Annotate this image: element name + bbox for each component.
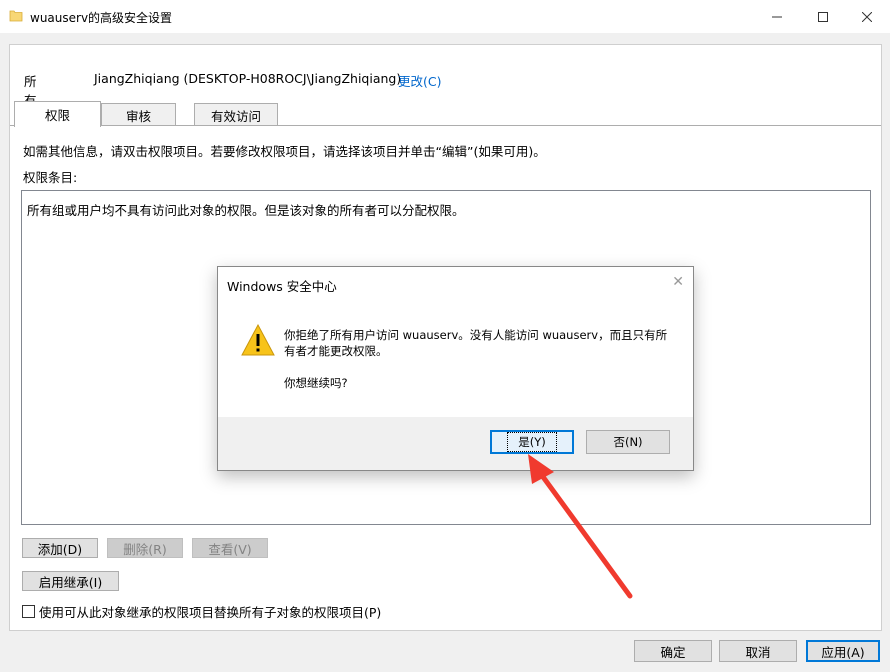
dialog-question: 你想继续吗?	[284, 376, 348, 390]
replace-child-permissions-checkbox[interactable]	[22, 605, 35, 618]
minimize-button[interactable]	[754, 0, 800, 33]
replace-child-permissions-label: 使用可从此对象继承的权限项目替换所有子对象的权限项目(P)	[39, 605, 382, 620]
replace-child-permissions-row[interactable]: 使用可从此对象继承的权限项目替换所有子对象的权限项目(P)	[22, 602, 381, 621]
permission-entries-label: 权限条目:	[23, 170, 78, 185]
add-button[interactable]: 添加(D)	[22, 538, 98, 558]
dialog-message: 你拒绝了所有用户访问 wuauserv。没有人能访问 wuauserv，而且只有…	[284, 328, 668, 358]
warning-icon	[241, 324, 275, 356]
close-button[interactable]	[844, 0, 890, 33]
close-icon	[862, 11, 872, 22]
dialog-title: Windows 安全中心	[227, 279, 337, 294]
maximize-icon	[818, 11, 828, 22]
owner-value: JiangZhiqiang (DESKTOP-H08ROCJ\JiangZhiq…	[94, 71, 402, 86]
window-title: wuauserv的高级安全设置	[30, 11, 173, 25]
ok-button[interactable]: 确定	[634, 640, 712, 662]
cancel-button[interactable]: 取消	[719, 640, 797, 662]
view-button[interactable]: 查看(V)	[192, 538, 268, 558]
maximize-button[interactable]	[800, 0, 846, 33]
permissions-info: 如需其他信息，请双击权限项目。若要修改权限项目，请选择该项目并单击“编辑”(如果…	[23, 144, 546, 159]
tab-divider	[10, 125, 881, 126]
apply-button[interactable]: 应用(A)	[806, 640, 880, 662]
minimize-icon	[772, 16, 782, 17]
remove-button[interactable]: 删除(R)	[107, 538, 183, 558]
annotation-arrow-icon	[528, 454, 633, 599]
dialog-close-icon[interactable]: ✕	[672, 274, 684, 290]
tab-permissions[interactable]: 权限	[14, 101, 101, 127]
change-owner-link[interactable]: 更改(C)	[398, 71, 441, 90]
folder-icon	[9, 10, 23, 22]
tab-effective-access[interactable]: 有效访问	[194, 103, 278, 126]
empty-permissions-message: 所有组或用户均不具有访问此对象的权限。但是该对象的所有者可以分配权限。	[27, 203, 465, 218]
security-dialog: Windows 安全中心 ✕ 你拒绝了所有用户访问 wuauserv。没有人能访…	[217, 266, 694, 471]
yes-button-label: 是(Y)	[507, 432, 557, 452]
title-bar: wuauserv的高级安全设置	[0, 0, 890, 33]
tab-auditing[interactable]: 审核	[101, 103, 176, 126]
enable-inheritance-button[interactable]: 启用继承(I)	[22, 571, 119, 591]
